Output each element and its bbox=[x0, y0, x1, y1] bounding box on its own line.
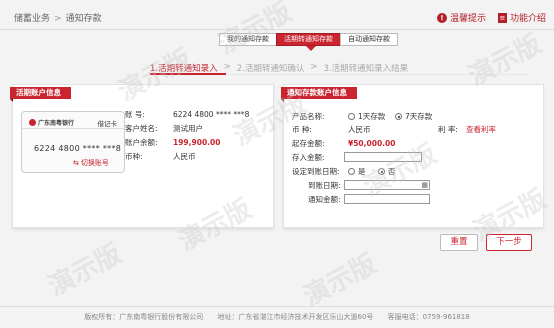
info-row: 账 号: 6224 4800 **** ***8 bbox=[125, 108, 249, 122]
notice-amount-input[interactable] bbox=[344, 194, 430, 204]
switch-account-label: 切换账号 bbox=[80, 159, 109, 167]
rate-label: 利 率: bbox=[438, 124, 458, 134]
due-option-yes[interactable]: 是 bbox=[348, 166, 366, 177]
product-label: 产品名称: bbox=[292, 111, 325, 121]
active-tab-arrow bbox=[306, 46, 316, 51]
card-number: 6224 4800 **** ***8 bbox=[34, 144, 122, 153]
watermark: 演示版 bbox=[298, 249, 382, 313]
info-row: 币种: 人民币 bbox=[125, 150, 249, 164]
due-date-label: 到账日期: bbox=[308, 180, 341, 190]
top-bar: 储蓄业务 > 通知存款 ! 温馨提示 ≡ 功能介绍 bbox=[0, 0, 554, 30]
due-date-toggle-row: 设定到账日期: 是 否 bbox=[292, 165, 537, 177]
calendar-icon[interactable]: ▦ bbox=[421, 180, 428, 190]
product-row: 产品名称: 1天存款 7天存款 bbox=[292, 110, 537, 122]
radio-1day[interactable] bbox=[348, 113, 355, 120]
footer: 版权所有：广东南粤银行股份有限公司 地址：广东省湛江市经济技术开发区乐山大道60… bbox=[0, 306, 554, 328]
tab-auto-notice-deposit[interactable]: 自动通知存款 bbox=[340, 33, 398, 46]
watermark: 演示版 bbox=[43, 239, 127, 303]
top-links: ! 温馨提示 ≡ 功能介绍 bbox=[436, 11, 546, 24]
due-option-label: 是 bbox=[358, 166, 366, 176]
account-info: 账 号: 6224 4800 **** ***8 客户姓名: 测试用户 账户余额… bbox=[125, 108, 249, 164]
info-icon: ! bbox=[436, 12, 447, 23]
min-amount-row: 起存金额: ¥50,000.00 bbox=[292, 137, 537, 149]
tips-link[interactable]: ! 温馨提示 bbox=[436, 11, 486, 24]
product-option-label: 1天存款 bbox=[358, 111, 386, 121]
card-bank: 广东南粤银行 bbox=[29, 118, 74, 127]
due-date-field[interactable]: ▦ bbox=[344, 180, 430, 190]
currency-label: 币 种: bbox=[292, 124, 312, 134]
info-key: 客户姓名: bbox=[125, 124, 158, 133]
notice-amount-row: 通知金额: bbox=[292, 193, 537, 205]
current-account-panel: 活期账户信息 广东南粤银行 借记卡 6224 4800 **** ***8 ⇆ … bbox=[10, 84, 274, 228]
product-option-1day[interactable]: 1天存款 bbox=[348, 111, 385, 122]
info-key: 币种: bbox=[125, 152, 143, 161]
radio-yes[interactable] bbox=[348, 168, 355, 175]
due-toggle-label: 设定到账日期: bbox=[292, 166, 340, 176]
min-amount-value: ¥50,000.00 bbox=[348, 138, 396, 148]
panel-title: 通知存款账户信息 bbox=[281, 87, 357, 102]
footer-hotline: 客服电话：0759-961818 bbox=[387, 313, 470, 321]
footer-copyright: 版权所有：广东南粤银行股份有限公司 bbox=[84, 313, 204, 321]
currency-value: 人民币 bbox=[348, 124, 371, 134]
intro-link[interactable]: ≡ 功能介绍 bbox=[497, 11, 546, 24]
notice-amount-label: 通知金额: bbox=[308, 194, 341, 204]
intro-label: 功能介绍 bbox=[509, 14, 546, 24]
info-value: 人民币 bbox=[173, 152, 196, 161]
info-key: 账 号: bbox=[125, 110, 145, 119]
account-balance: 199,900.00 bbox=[173, 138, 221, 147]
card-bank-name: 广东南粤银行 bbox=[38, 120, 75, 127]
panel-title: 活期账户信息 bbox=[10, 87, 71, 102]
due-date-input[interactable] bbox=[344, 180, 430, 190]
amount-row: 存入金额: bbox=[292, 151, 537, 163]
breadcrumb-item: 通知存款 bbox=[65, 14, 102, 24]
step-arrow: > bbox=[310, 62, 318, 72]
product-option-7day[interactable]: 7天存款 bbox=[395, 111, 432, 122]
step-3: 3.活期转通知录入结果 bbox=[323, 64, 409, 74]
tab-current-to-notice[interactable]: 活期转通知存款 bbox=[276, 33, 341, 46]
deposit-tabs: 我的通知存款 活期转通知存款 自动通知存款 bbox=[219, 33, 398, 46]
currency-row: 币 种: 人民币 利 率: 查看利率 bbox=[292, 123, 537, 135]
radio-7day[interactable] bbox=[395, 113, 402, 120]
due-option-label: 否 bbox=[388, 166, 396, 176]
info-key: 账户余额: bbox=[125, 138, 158, 147]
info-row: 客户姓名: 测试用户 bbox=[125, 122, 249, 136]
card-type: 借记卡 bbox=[97, 120, 118, 128]
swap-icon: ⇆ bbox=[73, 159, 79, 167]
amount-label: 存入金额: bbox=[292, 152, 325, 162]
due-option-no[interactable]: 否 bbox=[378, 166, 396, 177]
next-button[interactable]: 下一步 bbox=[486, 234, 532, 251]
step-progress-line bbox=[150, 73, 226, 75]
book-icon: ≡ bbox=[497, 12, 507, 23]
info-row: 账户余额: 199,900.00 bbox=[125, 136, 249, 150]
min-amount-label: 起存金额: bbox=[292, 138, 325, 148]
info-value: 测试用户 bbox=[173, 124, 203, 133]
amount-input[interactable] bbox=[344, 152, 422, 162]
breadcrumb: 储蓄业务 > 通知存款 bbox=[14, 11, 102, 24]
reset-button[interactable]: 重置 bbox=[440, 234, 478, 251]
view-rate-link[interactable]: 查看利率 bbox=[466, 124, 496, 135]
radio-no[interactable] bbox=[378, 168, 385, 175]
breadcrumb-separator: > bbox=[54, 14, 62, 24]
due-date-row: 到账日期: ▦ bbox=[292, 179, 537, 191]
product-option-label: 7天存款 bbox=[405, 111, 433, 121]
footer-address: 地址：广东省湛江市经济技术开发区乐山大道60号 bbox=[217, 313, 374, 321]
breadcrumb-item[interactable]: 储蓄业务 bbox=[14, 14, 50, 24]
switch-account-link[interactable]: ⇆ 切换账号 bbox=[73, 158, 109, 168]
step-2: 2.活期转通知确认 bbox=[236, 64, 305, 74]
info-value: 6224 4800 **** ***8 bbox=[173, 110, 250, 119]
tab-my-notice-deposit[interactable]: 我的通知存款 bbox=[219, 33, 277, 46]
notice-account-panel: 通知存款账户信息 产品名称: 1天存款 7天存款 币 种: 人民币 利 率: 查… bbox=[281, 84, 544, 228]
bank-logo-icon bbox=[29, 119, 36, 126]
watermark: 演示版 bbox=[463, 29, 547, 93]
tips-label: 温馨提示 bbox=[449, 14, 486, 24]
card-divider bbox=[22, 128, 124, 129]
